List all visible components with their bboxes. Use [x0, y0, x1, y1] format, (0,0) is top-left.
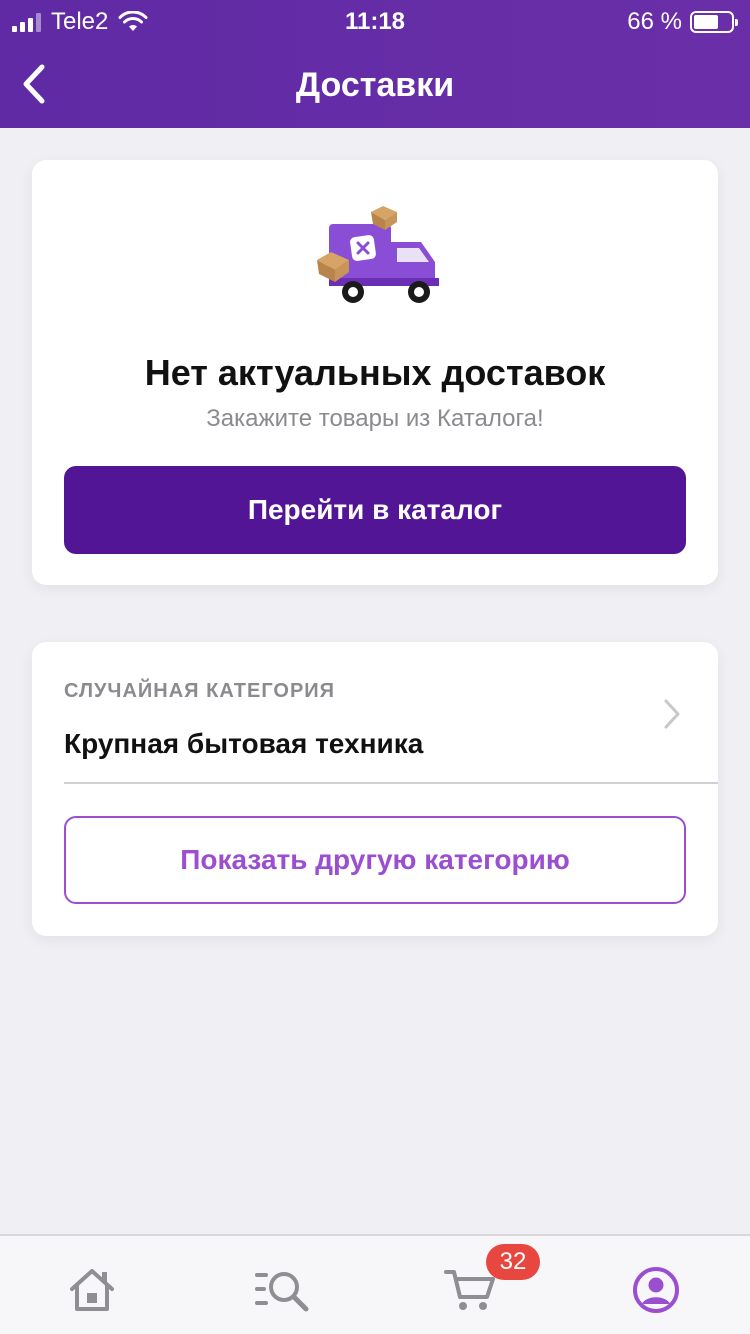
- status-right: 66 %: [627, 8, 738, 36]
- random-category-caption: СЛУЧАЙНАЯ КАТЕГОРИЯ: [64, 680, 336, 702]
- cart-icon: [444, 1270, 495, 1310]
- empty-state-subtitle: Закажите товары из Каталога!: [206, 405, 544, 432]
- battery-fill: [694, 15, 718, 29]
- tab-catalog-search[interactable]: [252, 1260, 312, 1320]
- profile-icon: [633, 1267, 679, 1313]
- status-bar: Tele2 11:18 66 %: [0, 0, 750, 40]
- home-icon: [70, 1269, 114, 1311]
- tab-home[interactable]: [62, 1260, 122, 1320]
- empty-deliveries-card: Нет актуальных доставок Закажите товары …: [32, 160, 718, 585]
- chevron-right-icon: [664, 699, 680, 729]
- divider: [64, 782, 718, 784]
- catalog-search-icon: [255, 1272, 309, 1312]
- random-category-row[interactable]: СЛУЧАЙНАЯ КАТЕГОРИЯ Крупная бытовая техн…: [32, 642, 718, 782]
- battery-icon: [690, 11, 738, 33]
- top-bar: Tele2 11:18 66 % Доставки: [0, 0, 750, 128]
- empty-state-title: Нет актуальных доставок: [144, 352, 606, 393]
- nav-row: Доставки: [0, 48, 750, 120]
- delivery-truck-icon: [317, 206, 439, 303]
- tab-profile[interactable]: [626, 1260, 686, 1320]
- cart-badge: 32: [486, 1244, 540, 1280]
- go-to-catalog-button[interactable]: Перейти в каталог: [64, 466, 686, 554]
- tab-bar: 32: [0, 1234, 750, 1334]
- page-title: Доставки: [295, 66, 455, 104]
- random-category-card: СЛУЧАЙНАЯ КАТЕГОРИЯ Крупная бытовая техн…: [32, 642, 718, 936]
- show-another-category-button[interactable]: Показать другую категорию: [64, 816, 686, 904]
- battery-percent: 66 %: [627, 8, 682, 35]
- random-category-name: Крупная бытовая техника: [64, 728, 424, 759]
